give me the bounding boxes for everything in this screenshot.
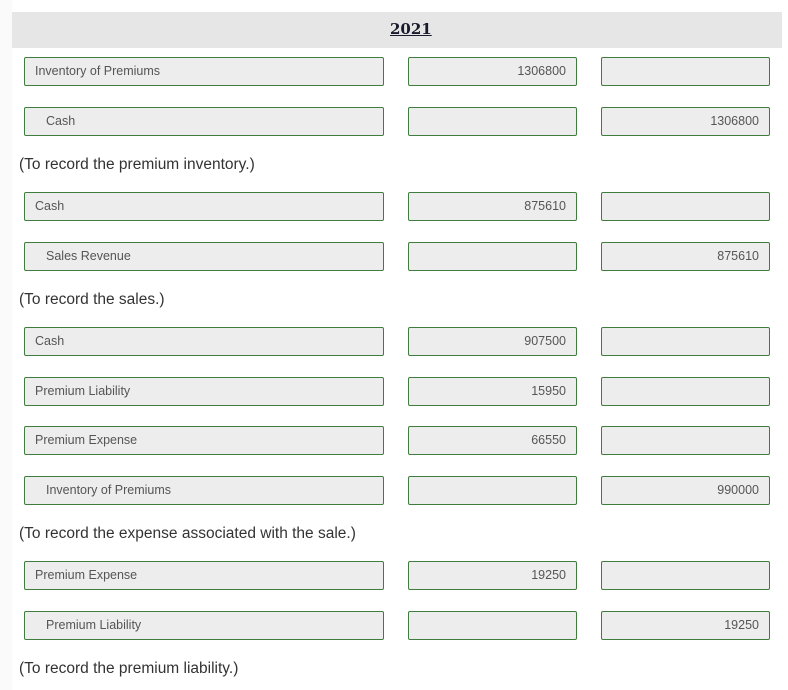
credit-field[interactable]: 990000 (601, 476, 770, 505)
credit-field[interactable] (601, 192, 770, 221)
credit-field[interactable] (601, 57, 770, 86)
account-field[interactable]: Cash (24, 107, 384, 136)
year-header: 2021 (12, 12, 782, 48)
credit-field[interactable] (601, 426, 770, 455)
debit-field[interactable]: 875610 (408, 192, 577, 221)
credit-field[interactable] (601, 327, 770, 356)
debit-field[interactable]: 1306800 (408, 57, 577, 86)
credit-field[interactable] (601, 377, 770, 406)
entry-note: (To record the premium inventory.) (19, 156, 255, 173)
debit-field[interactable]: 15950 (408, 377, 577, 406)
page-edge (0, 0, 12, 690)
account-field[interactable]: Inventory of Premiums (24, 57, 384, 86)
entry-note: (To record the expense associated with t… (19, 525, 356, 542)
account-field[interactable]: Premium Liability (24, 611, 384, 640)
debit-field[interactable] (408, 107, 577, 136)
debit-field[interactable]: 907500 (408, 327, 577, 356)
account-field[interactable]: Inventory of Premiums (24, 476, 384, 505)
debit-field[interactable] (408, 476, 577, 505)
debit-field[interactable] (408, 611, 577, 640)
credit-field[interactable]: 1306800 (601, 107, 770, 136)
account-field[interactable]: Cash (24, 192, 384, 221)
debit-field[interactable] (408, 242, 577, 271)
credit-field[interactable]: 875610 (601, 242, 770, 271)
entry-note: (To record the premium liability.) (19, 660, 239, 677)
entry-note: (To record the sales.) (19, 291, 165, 308)
credit-field[interactable]: 19250 (601, 611, 770, 640)
year-label: 2021 (390, 20, 432, 38)
debit-field[interactable]: 19250 (408, 561, 577, 590)
account-field[interactable]: Premium Expense (24, 426, 384, 455)
account-field[interactable]: Cash (24, 327, 384, 356)
account-field[interactable]: Premium Expense (24, 561, 384, 590)
credit-field[interactable] (601, 561, 770, 590)
debit-field[interactable]: 66550 (408, 426, 577, 455)
account-field[interactable]: Premium Liability (24, 377, 384, 406)
account-field[interactable]: Sales Revenue (24, 242, 384, 271)
